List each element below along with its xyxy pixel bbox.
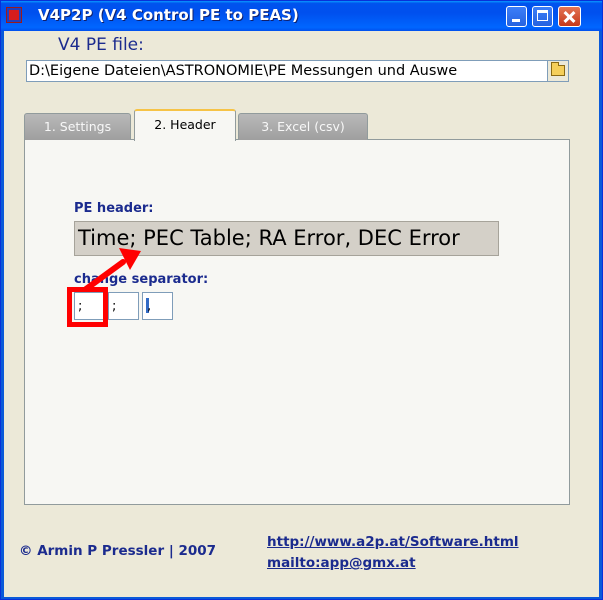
pe-header-display: Time; PEC Table; RA Error, DEC Error [74,221,499,256]
annotation-highlight-box [67,287,108,327]
file-path-input[interactable]: D:\Eigene Dateien\ASTRONOMIE\PE Messunge… [26,60,550,82]
pe-header-label: PE header: [74,201,154,216]
separator-field-3[interactable]: , [142,292,173,320]
copyright-text: © Armin P Pressler | 2007 [19,543,217,559]
title-bar[interactable]: V4P2P (V4 Control PE to PEAS) [1,1,602,31]
separator-value-3: , [147,299,152,314]
tab-excel[interactable]: 3. Excel (csv) [238,113,368,140]
website-link[interactable]: http://www.a2p.at/Software.html [267,534,519,550]
file-label: V4 PE file: [58,35,144,55]
separator-field-2[interactable]: ; [108,292,139,320]
close-button[interactable] [558,6,581,27]
pe-header-text: Time; PEC Table; RA Error, DEC Error [78,226,460,250]
tab-settings[interactable]: 1. Settings [24,113,131,140]
email-link[interactable]: mailto:app@gmx.at [267,555,416,571]
change-separator-label: change separator: [74,272,209,287]
file-path-text: D:\Eigene Dateien\ASTRONOMIE\PE Messunge… [29,63,458,79]
folder-open-icon [551,62,565,76]
browse-button[interactable] [547,60,569,82]
maximize-button[interactable] [532,6,553,27]
tab-header[interactable]: 2. Header [134,109,236,141]
app-icon[interactable] [6,7,22,23]
separator-value-2: ; [112,299,117,314]
tab-strip: 1. Settings 2. Header 3. Excel (csv) [24,109,374,141]
minimize-button[interactable] [506,6,527,27]
window-title: V4P2P (V4 Control PE to PEAS) [38,6,299,24]
